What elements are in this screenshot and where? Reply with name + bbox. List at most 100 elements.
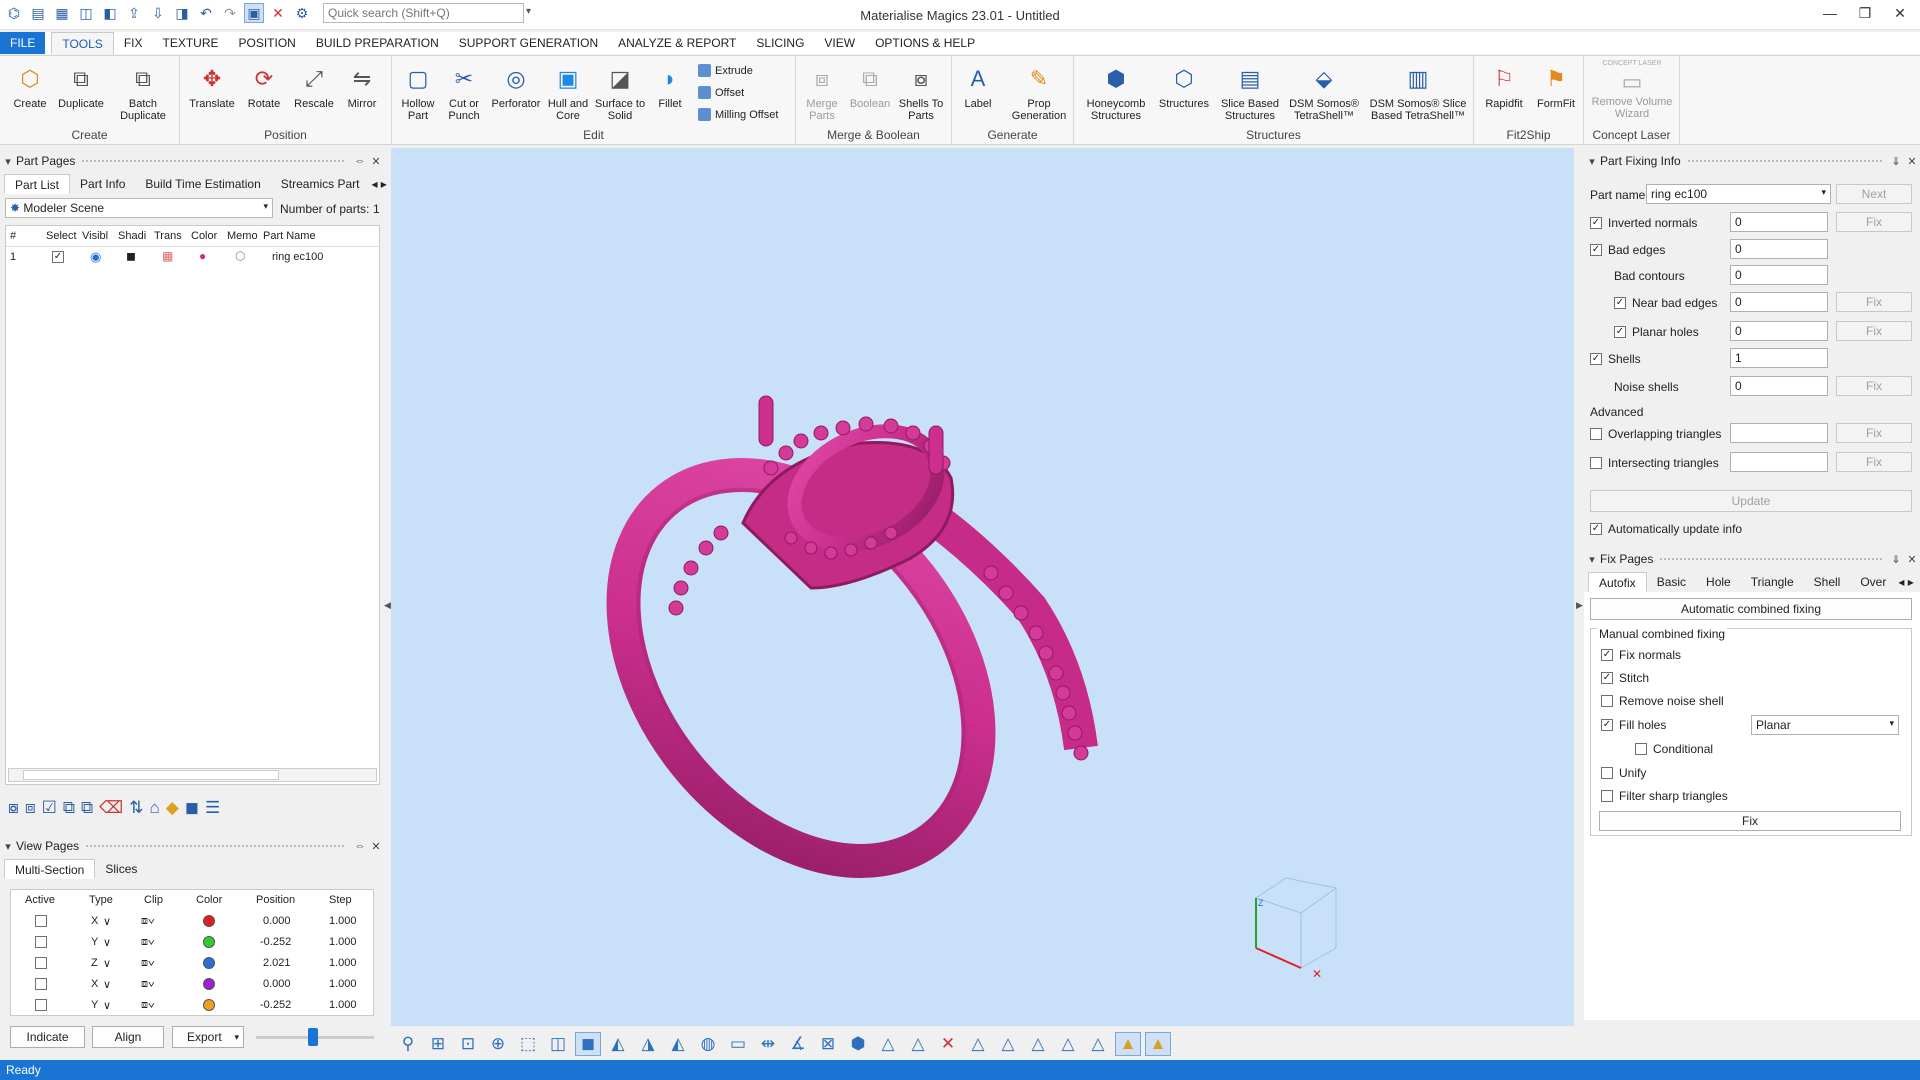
active-checkbox[interactable] (35, 915, 47, 927)
shade-icon[interactable]: ◼ (185, 798, 199, 826)
section-color-dot[interactable] (203, 978, 215, 990)
tab-slices[interactable]: Slices (95, 859, 147, 879)
shells-to-parts-button[interactable]: ⧇ Shells To Parts (896, 62, 946, 123)
horizontal-scrollbar[interactable] (8, 768, 377, 782)
delete-marking-icon[interactable]: ✕ (935, 1032, 961, 1056)
tetrashell-button[interactable]: ⬙ DSM Somos® TetraShell™ (1284, 62, 1364, 123)
tab-support-generation[interactable]: SUPPORT GENERATION (449, 32, 608, 54)
col-header[interactable]: Part Name (263, 230, 316, 242)
bad-edges-checkbox[interactable]: ✓ (1590, 244, 1602, 256)
automatic-combined-fixing-button[interactable]: Automatic combined fixing (1590, 598, 1912, 620)
pin-icon[interactable]: ⇓ (1888, 553, 1904, 566)
fill-holes-mode-select[interactable]: Planar ▾ (1751, 715, 1899, 735)
active-checkbox[interactable] (35, 936, 47, 948)
fillet-button[interactable]: ◗ Fillet (650, 62, 690, 111)
tab-options-help[interactable]: OPTIONS & HELP (865, 32, 985, 54)
view-cube-icon[interactable]: ⬚ (515, 1032, 541, 1056)
close-panel-icon[interactable]: ✕ (368, 840, 384, 853)
planar-holes-checkbox[interactable]: ✓ (1614, 326, 1626, 338)
merge-parts-button[interactable]: ⧈ Merge Parts (800, 62, 844, 123)
measure-icon[interactable]: ▭ (725, 1032, 751, 1056)
active-checkbox[interactable] (35, 999, 47, 1011)
select-mode-icon[interactable]: ▣ (244, 3, 264, 23)
col-header[interactable]: Visibl (82, 230, 114, 242)
redo-icon[interactable]: ↷ (220, 3, 240, 23)
prop-generation-button[interactable]: ✎ Prop Generation (1010, 62, 1068, 123)
triangle-mode-2-icon[interactable]: △ (905, 1032, 931, 1056)
group-icon[interactable]: ⧉ (63, 798, 75, 826)
chevron-down-icon[interactable]: ∨ (103, 915, 111, 928)
save-part-icon[interactable]: ◨ (172, 3, 192, 23)
edge-mode-icon[interactable]: ▲ (1145, 1032, 1171, 1056)
rapidfit-button[interactable]: ⚐ Rapidfit (1478, 62, 1530, 111)
delete-part-icon[interactable]: ⌫ (99, 798, 123, 826)
table-row[interactable]: Y ∨ ⧈∨ -0.252 1.000 (11, 995, 375, 1016)
new-file-icon[interactable]: ▤ (28, 3, 48, 23)
fix-normals-checkbox[interactable]: ✓ (1601, 649, 1613, 661)
tab-build-time-estimation[interactable]: Build Time Estimation (135, 174, 270, 194)
close-panel-icon[interactable]: ✕ (1904, 553, 1920, 566)
batch-duplicate-button[interactable]: ⧉ Batch Duplicate (118, 62, 168, 123)
structures-button[interactable]: ⬡ Structures (1154, 62, 1214, 111)
checklist-icon[interactable]: ☑ (42, 798, 57, 826)
ungroup-icon[interactable]: ⧉ (81, 798, 93, 826)
select-shell-icon[interactable]: ◭ (665, 1032, 691, 1056)
chevron-down-icon[interactable]: ∨ (103, 936, 111, 949)
paint-icon[interactable]: ◆ (166, 798, 179, 826)
tab-streamics-part[interactable]: Streamics Part (271, 174, 370, 194)
invert-select-icon[interactable]: ⧈ (25, 798, 36, 826)
sort-icon[interactable]: ⇅ (129, 798, 143, 826)
stitch-checkbox[interactable]: ✓ (1601, 672, 1613, 684)
slice-tetrashell-button[interactable]: ▥ DSM Somos® Slice Based TetraShell™ (1366, 62, 1470, 123)
filter-sharp-triangles-checkbox[interactable] (1601, 790, 1613, 802)
surface-to-solid-button[interactable]: ◪ Surface to Solid (594, 62, 646, 123)
wireframe-icon[interactable]: △ (965, 1032, 991, 1056)
rescale-button[interactable]: ⤢ Rescale (290, 62, 338, 111)
select-sphere-icon[interactable]: ◍ (695, 1032, 721, 1056)
honeycomb-structures-button[interactable]: ⬢ Honeycomb Structures (1082, 62, 1150, 123)
table-row[interactable]: X ∨ ⧈∨ 0.000 1.000 (11, 974, 375, 995)
deselect-icon[interactable]: ✕ (268, 3, 288, 23)
fix-planar-holes-button[interactable]: Fix (1836, 321, 1912, 341)
table-row[interactable]: Y ∨ ⧈∨ -0.252 1.000 (11, 932, 375, 953)
open-file-icon[interactable]: ▦ (52, 3, 72, 23)
zoom-icon[interactable]: ⚲ (395, 1032, 421, 1056)
tab-scroll-arrows-icon[interactable]: ◂ ▸ (1896, 572, 1915, 592)
active-checkbox[interactable] (35, 978, 47, 990)
boolean-button[interactable]: ⧉ Boolean (846, 62, 894, 111)
wireframe-2-icon[interactable]: △ (995, 1032, 1021, 1056)
cut-or-punch-button[interactable]: ✂ Cut or Punch (442, 62, 486, 123)
settings-gear-icon[interactable]: ⚙ (292, 3, 312, 23)
pin-icon[interactable]: ⇔ (352, 840, 368, 852)
collapse-icon[interactable]: ▾ (0, 840, 16, 853)
fill-holes-checkbox[interactable]: ✓ (1601, 719, 1613, 731)
conditional-checkbox[interactable] (1635, 743, 1647, 755)
near-bad-edges-checkbox[interactable]: ✓ (1614, 297, 1626, 309)
arrow-3-icon[interactable]: △ (1085, 1032, 1111, 1056)
tab-multi-section[interactable]: Multi-Section (4, 859, 96, 879)
measure-angle-icon[interactable]: ∡ (785, 1032, 811, 1056)
chevron-down-icon[interactable]: ∨ (103, 957, 111, 970)
section-color-dot[interactable] (203, 915, 215, 927)
clip-icon[interactable]: ⧈∨ (141, 915, 155, 928)
select-all-icon[interactable]: ⧇ (8, 798, 19, 826)
export-icon[interactable]: ⇩ (148, 3, 168, 23)
save-icon[interactable]: ◫ (76, 3, 96, 23)
table-row[interactable]: X ∨ ⧈∨ 0.000 1.000 (11, 911, 375, 932)
table-row[interactable]: Z ∨ ⧈∨ 2.021 1.000 (11, 953, 375, 974)
perspective-icon[interactable]: ◫ (545, 1032, 571, 1056)
align-button[interactable]: Align (92, 1026, 164, 1048)
active-checkbox[interactable] (35, 957, 47, 969)
tab-basic[interactable]: Basic (1647, 572, 1696, 592)
close-panel-icon[interactable]: ✕ (368, 155, 384, 168)
clip-icon[interactable]: ⧈∨ (141, 978, 155, 991)
fix-inverted-normals-button[interactable]: Fix (1836, 212, 1912, 232)
tab-part-info[interactable]: Part Info (70, 174, 135, 194)
tab-fix[interactable]: FIX (114, 32, 153, 54)
tab-hole[interactable]: Hole (1696, 572, 1741, 592)
export-dropdown-button[interactable]: Export ▾ (172, 1026, 244, 1048)
triangle-mode-icon[interactable]: △ (875, 1032, 901, 1056)
update-button[interactable]: Update (1590, 490, 1912, 512)
minimize-icon[interactable]: — (1815, 2, 1845, 24)
intersecting-checkbox[interactable] (1590, 457, 1602, 469)
